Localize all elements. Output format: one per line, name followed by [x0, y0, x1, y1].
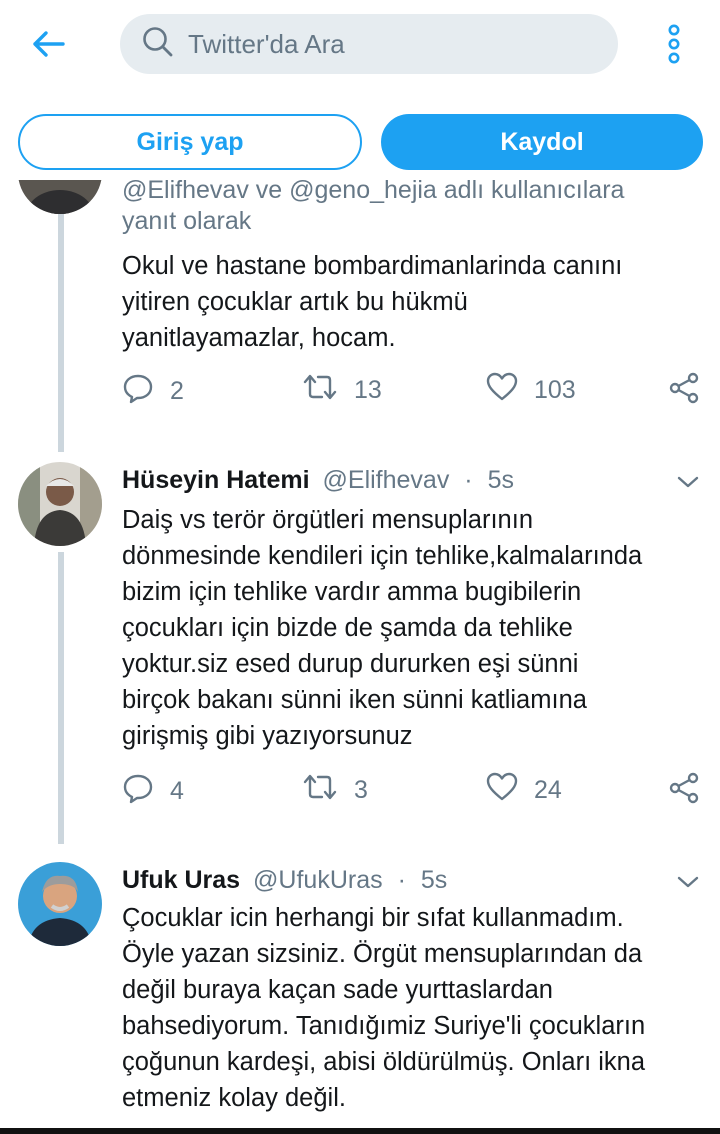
avatar[interactable] — [18, 862, 102, 946]
tweet-header: Hüseyin Hatemi @Elifhevav · 5s — [122, 466, 514, 495]
search-icon — [142, 26, 174, 63]
reply-icon — [122, 772, 154, 811]
author-name[interactable]: Hüseyin Hatemi — [122, 466, 310, 494]
heart-icon — [486, 772, 518, 809]
tweet-text-line: girişmiş gibi yazıyorsunuz — [122, 722, 413, 750]
separator-dot: · — [464, 466, 473, 494]
retweet-icon — [302, 372, 338, 409]
thread-line — [58, 200, 64, 452]
reply-icon — [122, 372, 154, 411]
reply-count: 2 — [170, 377, 184, 405]
like-button[interactable]: 103 — [486, 372, 576, 409]
signup-button[interactable]: Kaydol — [381, 114, 703, 170]
tweet-text-line: Okul ve hastane bombardimanlarinda canın… — [122, 252, 623, 280]
tweet-time[interactable]: 5s — [488, 466, 514, 494]
author-handle[interactable]: @UfukUras — [253, 866, 383, 894]
tweet-text-line: dönmesinde kendileri için tehlike,kalmal… — [122, 542, 643, 570]
like-count: 103 — [534, 376, 576, 404]
share-icon — [668, 772, 700, 811]
avatar[interactable] — [18, 462, 102, 546]
tweet-text-line: birçok bakanı sünni iken sünni katliamın… — [122, 686, 587, 714]
tweet-text-line: değil buraya kaçan sade yurttaslardan — [122, 976, 553, 1004]
tweet-text-line: çocukları için bizde de şamda da tehlike — [122, 614, 573, 642]
tweet-actions: 4 3 24 — [122, 772, 702, 812]
author-name[interactable]: Ufuk Uras — [122, 866, 240, 894]
bottom-edge — [0, 1128, 720, 1134]
like-count: 24 — [534, 776, 562, 804]
author-handle[interactable]: @Elifhevav — [323, 466, 450, 494]
retweet-icon — [302, 772, 338, 809]
top-bar: Giriş yap Kaydol — [0, 0, 720, 180]
share-icon — [668, 372, 700, 411]
retweet-button[interactable]: 13 — [302, 372, 382, 409]
tweet-text-line: yanitlayamazlar, hocam. — [122, 324, 396, 352]
tweet-text-line: etmeniz kolay değil. — [122, 1084, 346, 1112]
tweet-text-line: Çocuklar icin herhangi bir sıfat kullanm… — [122, 904, 624, 932]
tweet-text-line: yitiren çocuklar artık bu hükmü — [122, 288, 468, 316]
tweet-text: Okul ve hastane bombardimanlarinda canın… — [122, 248, 702, 356]
separator-dot: · — [397, 866, 406, 894]
thread-line — [58, 552, 64, 844]
tweet-time[interactable]: 5s — [421, 866, 447, 894]
tweet-text-line: Daiş vs terör örgütleri mensuplarının — [122, 506, 534, 534]
tweet-text-line: yoktur.siz esed durup dururken eşi sünni — [122, 650, 579, 678]
share-button[interactable] — [668, 372, 700, 411]
tweet-text-line: Öyle yazan sizsiniz. Örgüt mensuplarında… — [122, 940, 643, 968]
heart-icon — [486, 372, 518, 409]
reply-count: 4 — [170, 777, 184, 805]
share-button[interactable] — [668, 772, 700, 811]
retweet-count: 3 — [354, 776, 368, 804]
search-bar[interactable] — [120, 14, 618, 74]
tweet-text-line: çoğunun kardeşi, abisi öldürülmüş. Onlar… — [122, 1048, 646, 1076]
tweet-text-line: bizim için tehlike vardır amma bugibiler… — [122, 578, 582, 606]
retweet-button[interactable]: 3 — [302, 772, 368, 809]
like-button[interactable]: 24 — [486, 772, 562, 809]
retweet-count: 13 — [354, 376, 382, 404]
reply-to-label: yanıt olarak — [122, 207, 252, 235]
search-input[interactable] — [188, 28, 588, 60]
chevron-down-icon[interactable] — [676, 474, 700, 490]
login-button[interactable]: Giriş yap — [18, 114, 362, 170]
reply-button[interactable]: 2 — [122, 372, 184, 411]
tweet-header: Ufuk Uras @UfukUras · 5s — [122, 866, 447, 895]
more-options-icon[interactable] — [656, 22, 692, 66]
tweet-text-line: bahsediyorum. Tanıdığımiz Suriye'li çocu… — [122, 1012, 646, 1040]
reply-button[interactable]: 4 — [122, 772, 184, 811]
chevron-down-icon[interactable] — [676, 874, 700, 890]
tweet-text: Daiş vs terör örgütleri mensuplarının dö… — [122, 502, 702, 754]
reply-context: @Elifhevav ve @geno_hejia adlı kullanıcı… — [122, 176, 625, 204]
tweet-text: Çocuklar icin herhangi bir sıfat kullanm… — [122, 900, 702, 1116]
back-arrow-icon[interactable] — [26, 24, 70, 64]
tweet-actions: 2 13 103 — [122, 372, 702, 412]
